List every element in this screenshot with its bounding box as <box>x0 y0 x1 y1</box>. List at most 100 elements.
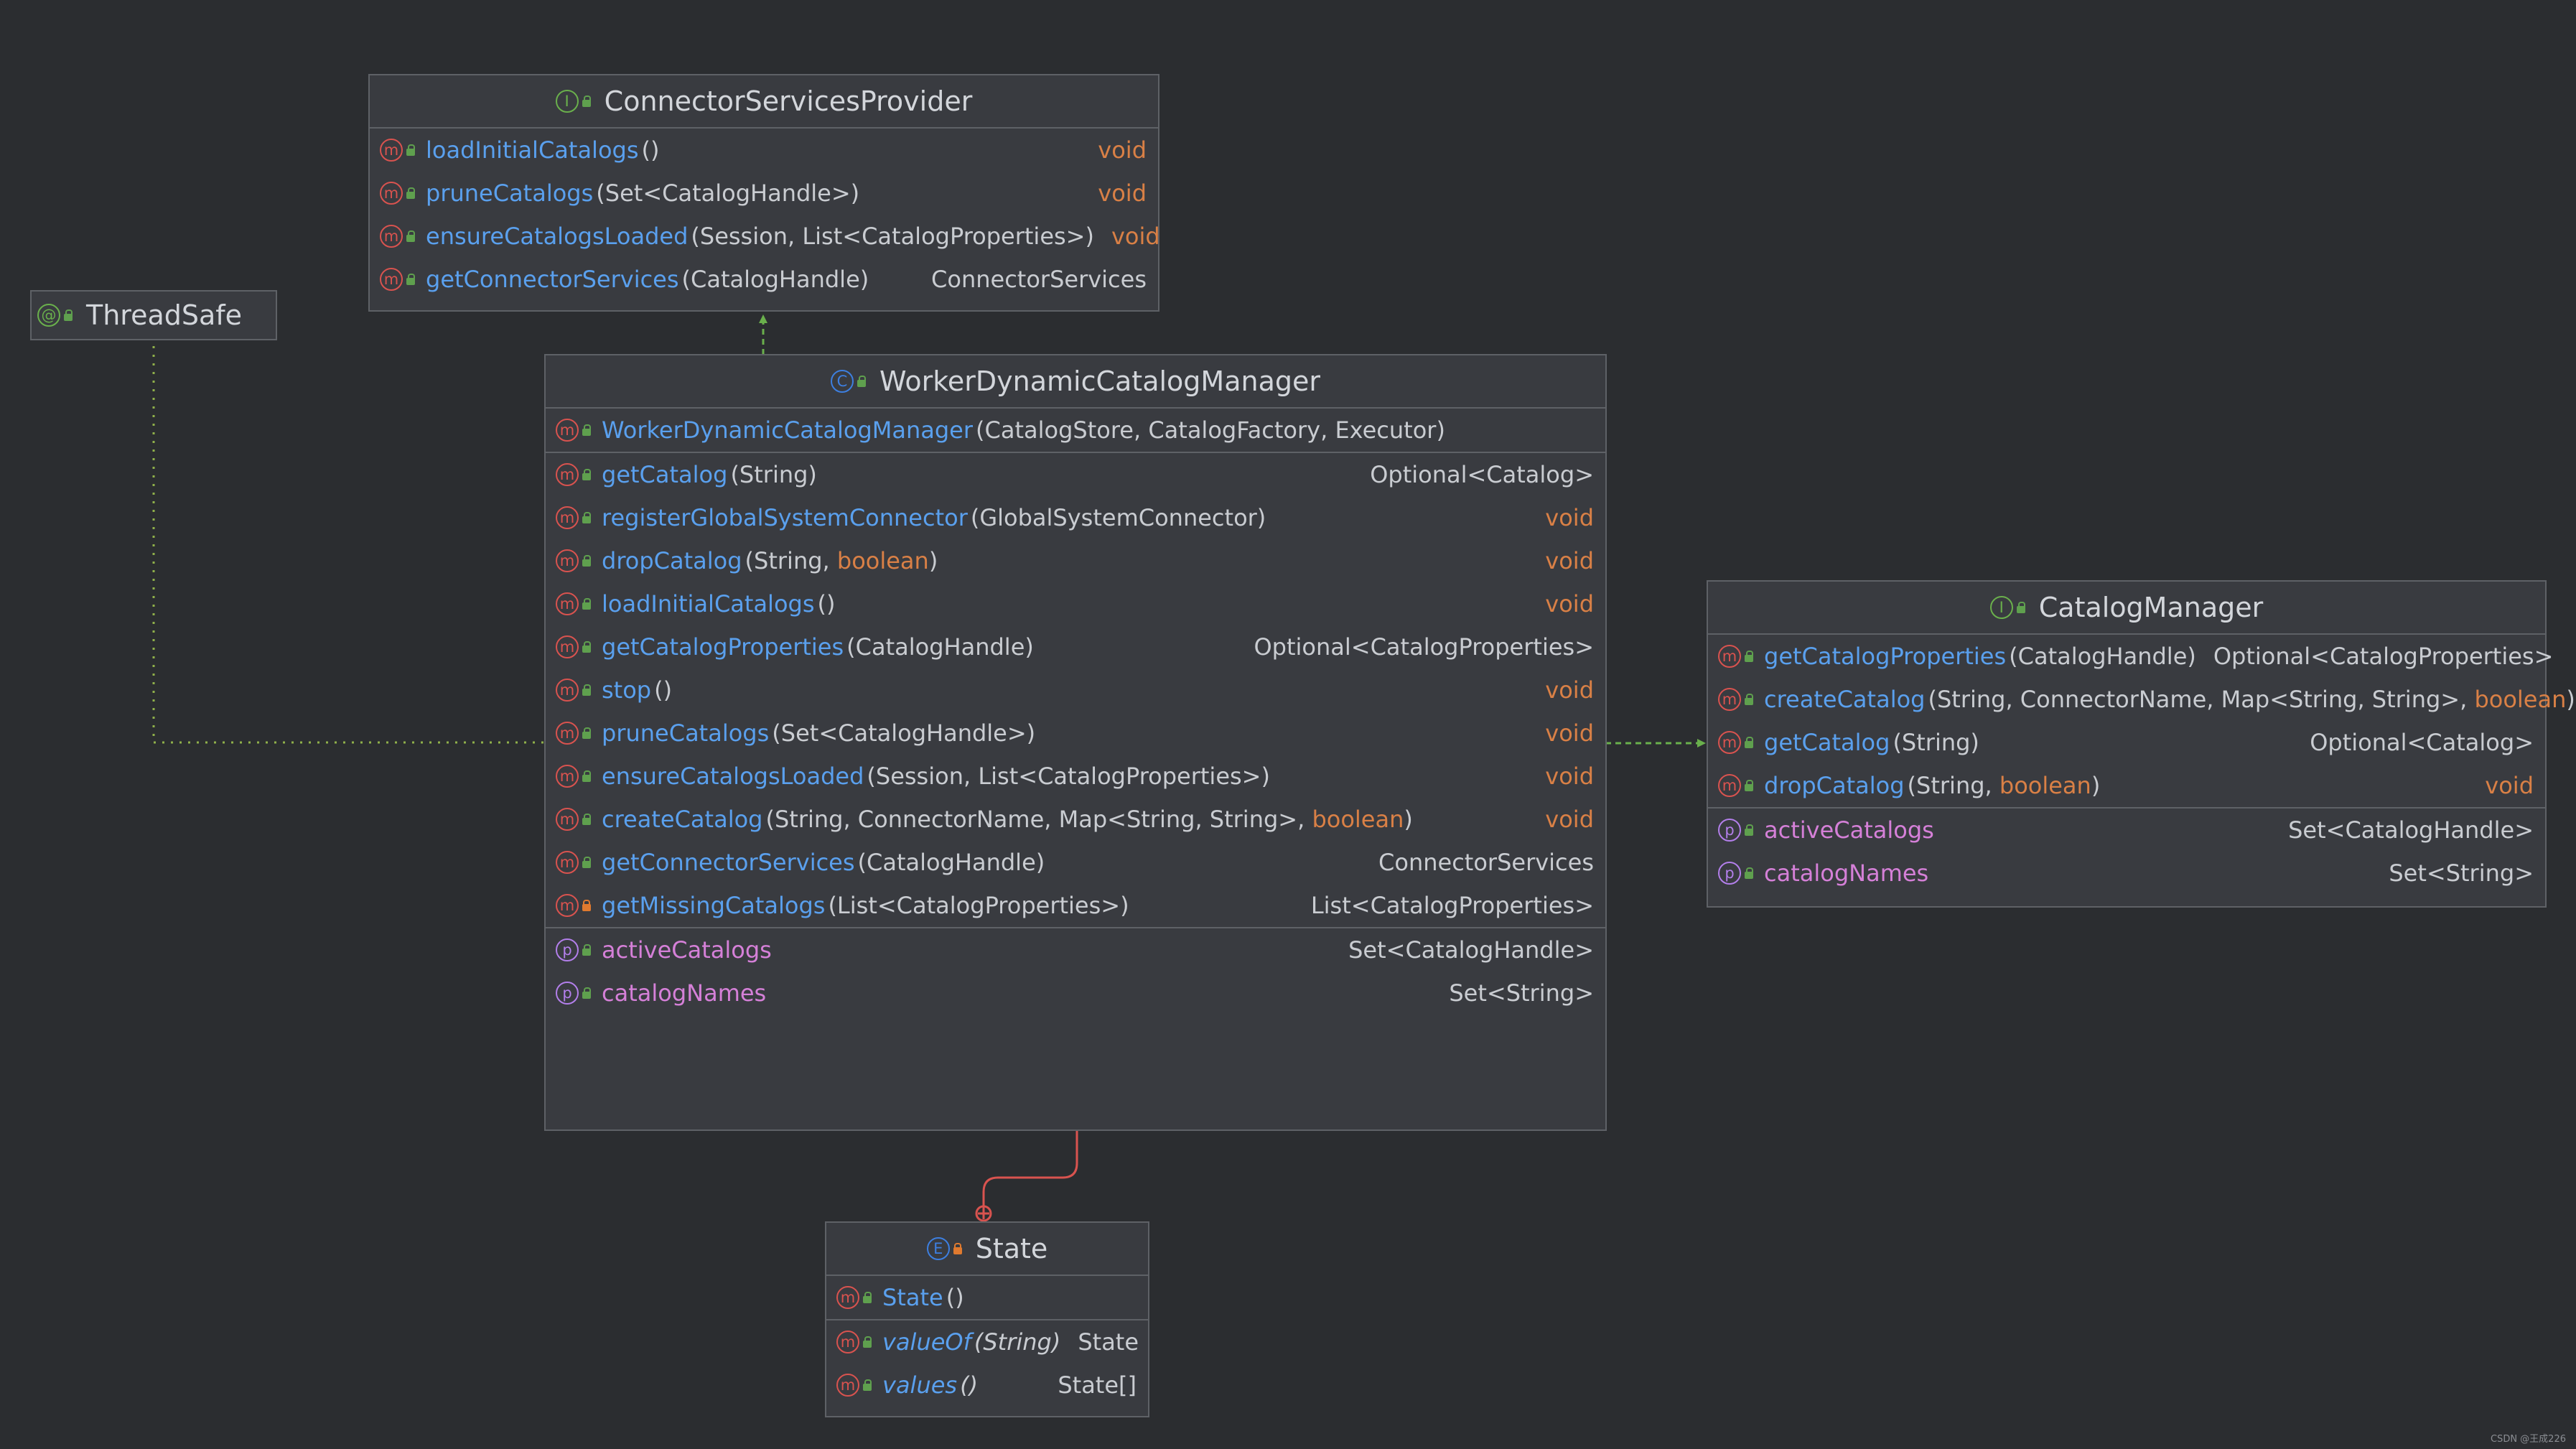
interface-icon: I <box>555 90 592 113</box>
member-name: dropCatalog <box>1764 772 1905 799</box>
method-row[interactable]: m registerGlobalSystemConnector (GlobalSys… <box>546 496 1605 539</box>
return-type: void <box>1098 136 1147 164</box>
state-enum-box[interactable]: E State m State() m valueOf (String) State m v… <box>825 1221 1149 1417</box>
params-keyword: boolean <box>1999 772 2091 799</box>
method-icon: m <box>556 808 592 831</box>
member-name: createCatalog <box>1764 686 1926 713</box>
connector-services-provider-box[interactable]: I ConnectorServicesProvider m loadInitial… <box>368 74 1160 312</box>
worker-dynamic-catalog-manager-box[interactable]: C WorkerDynamicCatalogManager m WorkerDyn… <box>544 354 1607 1131</box>
member-params: (Session, List<CatalogProperties>) <box>691 223 1094 250</box>
method-row[interactable]: m pruneCatalogs (Set<CatalogHandle>) void <box>370 172 1158 215</box>
property-icon: p <box>1718 862 1754 885</box>
property-row[interactable]: p catalogNames Set<String> <box>546 972 1605 1015</box>
member-name: valueOf <box>882 1328 971 1356</box>
member-name: activeCatalogs <box>1764 816 1934 844</box>
member-name: stop <box>602 676 652 704</box>
method-row[interactable]: m getCatalog (String) Optional<Catalog> <box>546 453 1605 496</box>
return-type: State <box>1078 1328 1139 1356</box>
method-row[interactable]: m ensureCatalogsLoaded (Session, List<Cata… <box>370 215 1160 258</box>
class-title: WorkerDynamicCatalogManager <box>879 365 1320 397</box>
params-keyword: boolean <box>836 547 929 574</box>
method-row[interactable]: m valueOf (String) State <box>826 1320 1148 1364</box>
params-text: (String, <box>1907 772 1999 799</box>
params-keyword: boolean <box>2474 686 2567 713</box>
return-type: void <box>1545 676 1594 704</box>
method-icon: m <box>556 592 592 615</box>
property-icon: p <box>556 938 592 961</box>
member-name: getMissingCatalogs <box>602 892 826 919</box>
method-row[interactable]: m createCatalog (String, ConnectorName, Ma… <box>546 798 1605 841</box>
method-row[interactable]: m getMissingCatalogs (List<CatalogProperti… <box>546 884 1605 927</box>
method-icon: m <box>1718 645 1754 668</box>
method-icon: m <box>556 894 592 917</box>
method-icon: m <box>1718 731 1754 754</box>
method-icon: m <box>556 506 592 529</box>
return-type: void <box>1545 590 1594 618</box>
member-name: values <box>882 1371 958 1399</box>
return-type: void <box>1111 223 1160 250</box>
member-params: (Set<CatalogHandle>) <box>772 719 1036 747</box>
method-row[interactable]: m loadInitialCatalogs() void <box>370 129 1158 172</box>
member-params: () <box>654 676 673 704</box>
member-name: pruneCatalogs <box>426 180 594 207</box>
return-type: List<CatalogProperties> <box>1310 892 1594 919</box>
member-name: loadInitialCatalogs <box>602 590 815 618</box>
inner-class-link <box>982 1130 1078 1213</box>
method-icon: m <box>556 463 592 486</box>
constructor-row[interactable]: m State() <box>826 1276 1148 1319</box>
member-params: (CatalogStore, CatalogFactory, Executor) <box>976 416 1445 444</box>
params-text: ) <box>1404 806 1413 833</box>
method-icon: m <box>380 182 416 205</box>
member-name: getConnectorServices <box>426 266 679 293</box>
params-text: (String, <box>745 547 837 574</box>
method-row[interactable]: m getCatalog (String) Optional<Catalog> <box>1708 721 2545 764</box>
box-header: I CatalogManager <box>1708 582 2545 635</box>
member-params: (Set<CatalogHandle>) <box>596 180 860 207</box>
method-icon: m <box>1718 774 1754 797</box>
member-params: () <box>817 590 836 618</box>
member-name: getCatalog <box>1764 729 1890 756</box>
member-name: getConnectorServices <box>602 849 855 876</box>
method-row[interactable]: m pruneCatalogs (Set<CatalogHandle>) void <box>546 712 1605 755</box>
member-params: (List<CatalogProperties>) <box>828 892 1129 919</box>
member-params: (String, boolean) <box>1908 772 2101 799</box>
method-row[interactable]: m ensureCatalogsLoaded (Session, List<Cata… <box>546 755 1605 798</box>
member-params: (String, boolean) <box>745 547 938 574</box>
class-title: CatalogManager <box>2038 592 2264 623</box>
member-name: createCatalog <box>602 806 763 833</box>
catalog-manager-box[interactable]: I CatalogManager m getCatalogProperties (C… <box>1707 580 2575 908</box>
method-icon: m <box>556 419 592 442</box>
box-header: @ ThreadSafe <box>32 292 276 339</box>
method-row[interactable]: m createCatalog (String, ConnectorName, Ma… <box>1708 678 2575 721</box>
params-text: ) <box>2091 772 2101 799</box>
method-row[interactable]: m dropCatalog (String, boolean) void <box>1708 764 2545 807</box>
method-row[interactable]: m stop() void <box>546 668 1605 712</box>
method-row[interactable]: m getCatalogProperties (CatalogHandle) Opti… <box>1708 635 2553 678</box>
method-row[interactable]: m getConnectorServices (CatalogHandle) Conn… <box>370 258 1158 301</box>
return-type: void <box>1098 180 1147 207</box>
property-row[interactable]: p activeCatalogs Set<CatalogHandle> <box>1708 809 2545 852</box>
property-row[interactable]: p catalogNames Set<String> <box>1708 852 2545 895</box>
method-row[interactable]: m values() State[] <box>826 1364 1148 1407</box>
return-type: ConnectorServices <box>931 266 1147 293</box>
box-header: E State <box>826 1223 1148 1276</box>
return-type: void <box>1545 806 1594 833</box>
method-row[interactable]: m loadInitialCatalogs() void <box>546 582 1605 625</box>
method-row[interactable]: m getCatalogProperties (CatalogHandle) Opti… <box>546 625 1605 668</box>
member-name: getCatalog <box>602 461 728 488</box>
return-type: Set<String> <box>2389 859 2534 887</box>
member-name: registerGlobalSystemConnector <box>602 504 968 531</box>
method-icon: m <box>556 851 592 874</box>
class-title: ThreadSafe <box>86 299 243 331</box>
member-params: (CatalogHandle) <box>2009 643 2196 670</box>
return-type: void <box>2485 772 2534 799</box>
property-row[interactable]: p activeCatalogs Set<CatalogHandle> <box>546 928 1605 972</box>
method-row[interactable]: m getConnectorServices (CatalogHandle) Conn… <box>546 841 1605 884</box>
threadsafe-annotation-box[interactable]: @ ThreadSafe <box>30 290 277 340</box>
method-row[interactable]: m dropCatalog (String, boolean) void <box>546 539 1605 582</box>
constructor-row[interactable]: m WorkerDynamicCatalogManager (CatalogStor… <box>546 409 1605 452</box>
method-icon: m <box>836 1331 872 1354</box>
member-name: ensureCatalogsLoaded <box>426 223 689 250</box>
annotation-icon: @ <box>37 304 73 327</box>
method-icon: m <box>380 225 416 248</box>
